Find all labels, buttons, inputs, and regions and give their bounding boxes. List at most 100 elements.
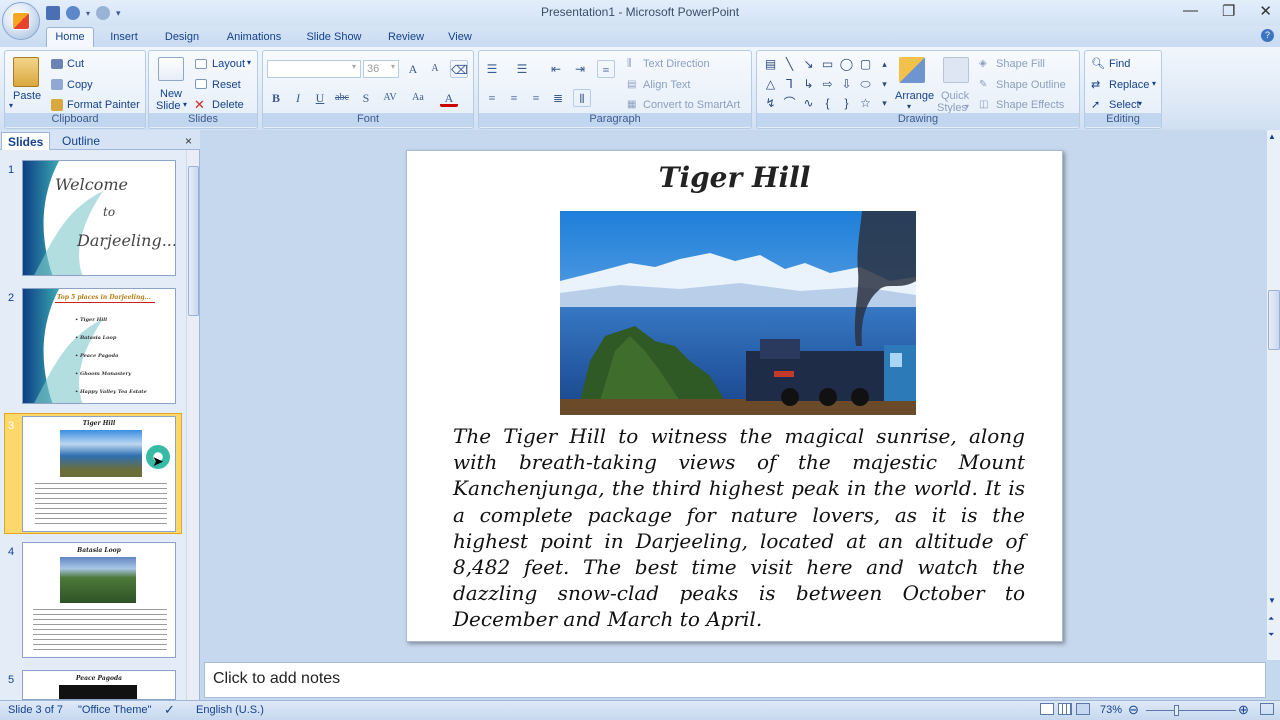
quick-styles-line1[interactable]: Quick: [941, 90, 969, 102]
shape-textbox-icon[interactable]: ▤: [763, 57, 778, 71]
bullets-icon[interactable]: ☰: [483, 60, 501, 78]
zoom-slider-thumb[interactable]: [1174, 705, 1179, 716]
zoom-level[interactable]: 73%: [1100, 704, 1122, 716]
current-slide[interactable]: Tiger Hill The Tiger Hill to witness the…: [406, 150, 1063, 642]
find-button[interactable]: Find: [1109, 58, 1130, 70]
shape-oval-icon[interactable]: ◯: [839, 57, 854, 71]
slide-title[interactable]: Tiger Hill: [407, 161, 1062, 194]
shapes-more-icon[interactable]: ▾: [877, 96, 892, 110]
text-direction-button[interactable]: Text Direction: [643, 58, 710, 70]
slide-sorter-icon[interactable]: [1058, 703, 1072, 715]
tab-view[interactable]: View: [440, 29, 480, 47]
spelling-check-icon[interactable]: ✓: [164, 702, 175, 718]
tab-outline[interactable]: Outline: [56, 132, 106, 150]
new-slide-button-line2[interactable]: Slide: [156, 100, 180, 112]
font-color-icon[interactable]: A: [440, 89, 458, 107]
layout-button[interactable]: Layout: [212, 58, 245, 70]
pane-scrollbar-thumb[interactable]: [188, 166, 199, 316]
new-slide-dropdown-icon[interactable]: ▾: [183, 100, 187, 109]
shape-curve-icon[interactable]: ⌒: [782, 96, 797, 110]
convert-smartart-button[interactable]: Convert to SmartArt: [643, 99, 740, 111]
shape-right-arrow-icon[interactable]: ⇨: [820, 77, 835, 91]
slide-scrollbar-thumb[interactable]: [1268, 290, 1280, 350]
zoom-slider-track[interactable]: [1146, 710, 1236, 711]
increase-indent-icon[interactable]: ⇥: [571, 60, 589, 78]
paste-button[interactable]: Paste: [13, 90, 41, 102]
new-slide-button-line1[interactable]: New: [160, 88, 182, 100]
text-shadow-icon[interactable]: S: [357, 89, 375, 107]
tab-slide-show[interactable]: Slide Show: [300, 29, 368, 47]
scroll-up-icon[interactable]: ▲: [1268, 132, 1276, 141]
minimize-button[interactable]: —: [1183, 2, 1198, 20]
slide-thumbnail-5[interactable]: Peace Pagoda: [22, 670, 176, 700]
delete-button[interactable]: Delete: [212, 99, 244, 111]
strikethrough-icon[interactable]: abc: [333, 89, 351, 107]
shape-rectangle-icon[interactable]: ▭: [820, 57, 835, 71]
shape-arrow-icon[interactable]: ↘: [801, 57, 816, 71]
align-text-button[interactable]: Align Text: [643, 79, 691, 91]
paste-dropdown-icon[interactable]: ▾: [9, 101, 13, 110]
font-name-field[interactable]: [267, 60, 361, 78]
language[interactable]: English (U.S.): [196, 704, 264, 716]
copy-button[interactable]: Copy: [67, 79, 93, 91]
paste-icon[interactable]: [13, 57, 39, 87]
align-center-icon[interactable]: ≡: [505, 89, 523, 107]
slide-thumbnail-4[interactable]: Batasia Loop: [22, 542, 176, 658]
cut-button[interactable]: Cut: [67, 58, 84, 70]
arrange-dropdown-icon[interactable]: ▾: [907, 102, 911, 111]
shape-brace-left-icon[interactable]: {: [820, 96, 835, 110]
arrange-icon[interactable]: [899, 57, 925, 83]
shape-star-icon[interactable]: ☆: [858, 96, 873, 110]
shape-line-icon[interactable]: ╲: [782, 57, 797, 71]
font-size-dropdown-icon[interactable]: ▾: [391, 62, 395, 71]
tab-animations[interactable]: Animations: [218, 29, 290, 47]
previous-slide-icon[interactable]: ⏶: [1268, 614, 1274, 624]
tab-home[interactable]: Home: [46, 27, 94, 48]
zoom-in-icon[interactable]: ⊕: [1238, 702, 1249, 718]
shape-outline-button[interactable]: Shape Outline: [996, 79, 1066, 91]
decrease-indent-icon[interactable]: ⇤: [547, 60, 565, 78]
quick-styles-dropdown-icon[interactable]: ▾: [965, 102, 969, 111]
slide-thumbnail-1[interactable]: Welcome to Darjeeling...: [22, 160, 176, 276]
select-button[interactable]: Select: [1109, 99, 1140, 111]
shape-curved-arrow-icon[interactable]: ↯: [763, 96, 778, 110]
close-pane-icon[interactable]: ×: [185, 134, 192, 148]
shape-elbow-arrow-icon[interactable]: ↳: [801, 77, 816, 91]
restore-button[interactable]: ❐: [1222, 2, 1235, 20]
character-spacing-icon[interactable]: AV: [381, 89, 399, 107]
theme-name[interactable]: "Office Theme": [78, 704, 151, 716]
slide-scrollbar[interactable]: ▲ ▼ ⏶ ⏷: [1266, 130, 1280, 660]
select-dropdown-icon[interactable]: ▾: [1138, 99, 1142, 108]
replace-dropdown-icon[interactable]: ▾: [1152, 79, 1156, 88]
clear-formatting-icon[interactable]: ⌫: [450, 60, 468, 78]
tab-insert[interactable]: Insert: [100, 29, 148, 47]
shape-freeform-icon[interactable]: ∿: [801, 96, 816, 110]
italic-icon[interactable]: I: [289, 89, 307, 107]
shape-elbow-connector-icon[interactable]: ⅂: [782, 77, 797, 91]
quick-styles-icon[interactable]: [943, 57, 969, 83]
reset-button[interactable]: Reset: [212, 79, 241, 91]
slide-thumbnail-3[interactable]: Tiger Hill ➤: [22, 416, 176, 532]
font-name-dropdown-icon[interactable]: ▾: [352, 62, 356, 71]
layout-dropdown-icon[interactable]: ▾: [247, 58, 251, 67]
change-case-icon[interactable]: Aa: [409, 89, 427, 107]
shape-down-arrow-icon[interactable]: ⇩: [839, 77, 854, 91]
scroll-down-icon[interactable]: ▼: [1268, 596, 1276, 605]
shape-rounded-rectangle-icon[interactable]: ▢: [858, 57, 873, 71]
close-button[interactable]: ✕: [1259, 2, 1272, 20]
slide-photo[interactable]: [560, 211, 916, 415]
shapes-scroll-up-icon[interactable]: ▴: [877, 57, 892, 71]
zoom-out-icon[interactable]: ⊖: [1128, 702, 1139, 718]
grow-font-icon[interactable]: A: [404, 60, 422, 78]
new-slide-icon[interactable]: [158, 57, 184, 81]
slide-body-text[interactable]: The Tiger Hill to witness the magical su…: [453, 423, 1025, 633]
bold-icon[interactable]: B: [267, 89, 285, 107]
arrange-button[interactable]: Arrange: [895, 90, 934, 102]
office-button[interactable]: [2, 2, 40, 40]
tab-review[interactable]: Review: [382, 29, 430, 47]
shape-effects-button[interactable]: Shape Effects: [996, 99, 1064, 111]
shape-fill-button[interactable]: Shape Fill: [996, 58, 1045, 70]
justify-icon[interactable]: ≣: [549, 89, 567, 107]
format-painter-button[interactable]: Format Painter: [67, 99, 140, 111]
columns-icon[interactable]: ⫴: [573, 89, 591, 107]
